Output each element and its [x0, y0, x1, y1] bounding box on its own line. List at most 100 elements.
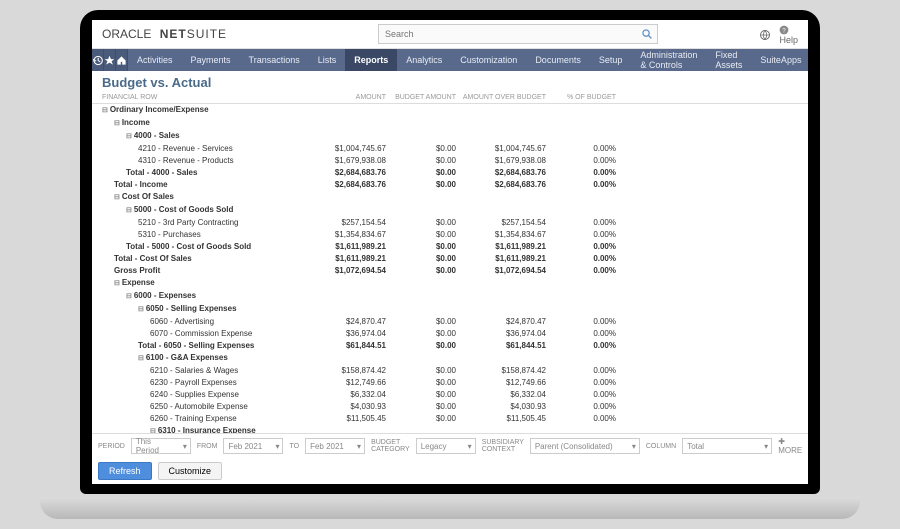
nav-item-transactions[interactable]: Transactions [240, 49, 309, 71]
report-row[interactable]: 6070 - Commission Expense$36,974.04$0.00… [102, 328, 798, 340]
nav-item-lists[interactable]: Lists [309, 49, 346, 71]
cell-budget [392, 425, 462, 433]
cell-pct [552, 204, 622, 217]
cell-amount [322, 425, 392, 433]
report-row[interactable]: 6260 - Training Expense$11,505.45$0.00$1… [102, 413, 798, 425]
refresh-button[interactable]: Refresh [98, 462, 152, 480]
cell-amount [322, 117, 392, 130]
report-row[interactable]: 5210 - 3rd Party Contracting$257,154.54$… [102, 217, 798, 229]
report-body[interactable]: Ordinary Income/ExpenseIncome4000 - Sale… [92, 104, 808, 433]
cell-amount: $4,030.93 [322, 401, 392, 413]
nav-item-administration-controls[interactable]: Administration & Controls [631, 49, 706, 71]
cell-amount: $1,611,989.21 [322, 253, 392, 265]
nav-item-suiteapps[interactable]: SuiteApps [751, 49, 808, 71]
column-headers: FINANCIAL ROW AMOUNT BUDGET AMOUNT AMOUN… [92, 92, 808, 104]
report-row[interactable]: 4000 - Sales [102, 130, 798, 143]
search-icon [642, 29, 652, 39]
report-content: Budget vs. Actual FINANCIAL ROW AMOUNT B… [92, 71, 808, 484]
cell-over: $1,679,938.08 [462, 155, 552, 167]
row-label: 6210 - Salaries & Wages [102, 365, 322, 377]
report-row[interactable]: 5000 - Cost of Goods Sold [102, 204, 798, 217]
row-label: 6260 - Training Expense [102, 413, 322, 425]
report-row[interactable]: 6240 - Supplies Expense$6,332.04$0.00$6,… [102, 389, 798, 401]
cell-over [462, 104, 552, 117]
report-row[interactable]: Cost Of Sales [102, 191, 798, 204]
nav-item-reports[interactable]: Reports [345, 49, 397, 71]
nav-item-activities[interactable]: Activities [128, 49, 182, 71]
row-label: 6230 - Payroll Expenses [102, 377, 322, 389]
nav-item-setup[interactable]: Setup [590, 49, 632, 71]
nav-home-button[interactable] [116, 49, 128, 71]
nav-item-analytics[interactable]: Analytics [397, 49, 451, 71]
row-label: 6060 - Advertising [102, 316, 322, 328]
report-row[interactable]: Total - 6050 - Selling Expenses$61,844.5… [102, 340, 798, 352]
laptop-base [40, 497, 860, 519]
row-label: 6240 - Supplies Expense [102, 389, 322, 401]
cell-over [462, 352, 552, 365]
cell-over: $257,154.54 [462, 217, 552, 229]
cell-pct [552, 117, 622, 130]
cell-budget [392, 352, 462, 365]
nav-history-button[interactable] [92, 49, 104, 71]
period-value: This Period [136, 437, 176, 455]
report-row[interactable]: 6050 - Selling Expenses [102, 303, 798, 316]
row-label: 6050 - Selling Expenses [102, 303, 322, 316]
report-row[interactable]: Gross Profit$1,072,694.54$0.00$1,072,694… [102, 265, 798, 277]
more-filters[interactable]: ✚ MORE [778, 437, 802, 455]
cell-pct [552, 303, 622, 316]
report-row[interactable]: Income [102, 117, 798, 130]
report-row[interactable]: Expense [102, 277, 798, 290]
nav-favorites-button[interactable] [104, 49, 116, 71]
row-label: Expense [102, 277, 322, 290]
report-row[interactable]: Total - Income$2,684,683.76$0.00$2,684,6… [102, 179, 798, 191]
report-row[interactable]: 6060 - Advertising$24,870.47$0.00$24,870… [102, 316, 798, 328]
cell-amount: $6,332.04 [322, 389, 392, 401]
report-row[interactable]: Total - Cost Of Sales$1,611,989.21$0.00$… [102, 253, 798, 265]
report-row[interactable]: 6000 - Expenses [102, 290, 798, 303]
row-label: Total - Cost Of Sales [102, 253, 322, 265]
to-select[interactable]: Feb 2021 [305, 438, 365, 454]
report-row[interactable]: 6100 - G&A Expenses [102, 352, 798, 365]
history-icon [92, 55, 103, 66]
from-select[interactable]: Feb 2021 [223, 438, 283, 454]
customize-button[interactable]: Customize [158, 462, 223, 480]
report-row[interactable]: Total - 5000 - Cost of Goods Sold$1,611,… [102, 241, 798, 253]
report-row[interactable]: Total - 4000 - Sales$2,684,683.76$0.00$2… [102, 167, 798, 179]
budget-category-value: Legacy [421, 442, 447, 451]
cell-over: $1,004,745.67 [462, 143, 552, 155]
column-select[interactable]: Total [682, 438, 772, 454]
period-select[interactable]: This Period [131, 438, 191, 454]
report-row[interactable]: 4310 - Revenue - Products$1,679,938.08$0… [102, 155, 798, 167]
report-row[interactable]: 6230 - Payroll Expenses$12,749.66$0.00$1… [102, 377, 798, 389]
subsidiary-select[interactable]: Parent (Consolidated) [530, 438, 640, 454]
from-label: FROM [197, 443, 218, 450]
star-icon [104, 55, 115, 66]
help-label: Help [779, 35, 798, 45]
nav-item-fixed-assets[interactable]: Fixed Assets [706, 49, 751, 71]
budget-category-select[interactable]: Legacy [416, 438, 476, 454]
cell-pct: 0.00% [552, 365, 622, 377]
help-link[interactable]: ? Help [779, 25, 798, 45]
cell-amount [322, 303, 392, 316]
nav-item-documents[interactable]: Documents [526, 49, 590, 71]
cell-over [462, 204, 552, 217]
search-button[interactable] [636, 24, 658, 44]
cell-pct: 0.00% [552, 179, 622, 191]
nav-item-payments[interactable]: Payments [182, 49, 240, 71]
nav-item-customization[interactable]: Customization [451, 49, 526, 71]
cell-budget: $0.00 [392, 401, 462, 413]
cell-over: $36,974.04 [462, 328, 552, 340]
global-settings-icon[interactable] [759, 29, 771, 41]
report-row[interactable]: Ordinary Income/Expense [102, 104, 798, 117]
search-input[interactable] [378, 24, 658, 44]
report-row[interactable]: 6210 - Salaries & Wages$158,874.42$0.00$… [102, 365, 798, 377]
report-row[interactable]: 4210 - Revenue - Services$1,004,745.67$0… [102, 143, 798, 155]
report-row[interactable]: 5310 - Purchases$1,354,834.67$0.00$1,354… [102, 229, 798, 241]
cell-amount [322, 191, 392, 204]
cell-budget: $0.00 [392, 155, 462, 167]
report-row[interactable]: 6250 - Automobile Expense$4,030.93$0.00$… [102, 401, 798, 413]
report-row[interactable]: 6310 - Insurance Expense [102, 425, 798, 433]
cell-over [462, 425, 552, 433]
cell-budget: $0.00 [392, 365, 462, 377]
cell-budget [392, 130, 462, 143]
